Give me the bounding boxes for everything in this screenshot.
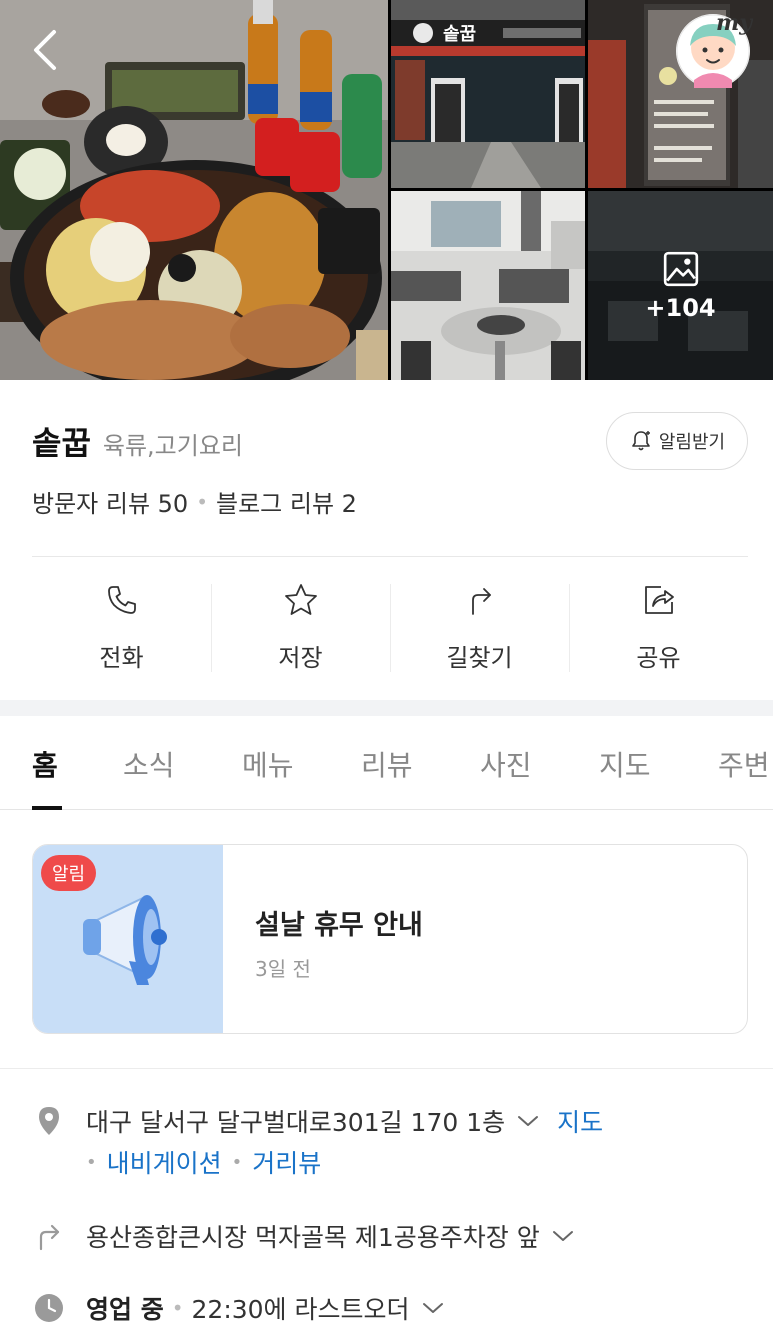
call-button[interactable]: 전화 xyxy=(32,580,211,676)
save-label: 저장 xyxy=(278,644,323,672)
chevron-left-icon xyxy=(34,30,56,70)
review-summary: 방문자 리뷰 50 • 블로그 리뷰 2 xyxy=(32,484,357,519)
place-name: 솥꿉 xyxy=(32,424,91,462)
divider xyxy=(0,1068,773,1069)
chevron-down-icon[interactable] xyxy=(517,1114,539,1128)
address-text: 대구 달서구 달구벌대로301길 170 1층 xyxy=(86,1108,506,1137)
tab-bar: 홈 소식 메뉴 리뷰 사진 지도 주변 xyxy=(0,716,773,810)
visitor-reviews-link[interactable]: 방문자 리뷰 50 xyxy=(32,484,188,519)
photo-gallery: 솥꿉 +104 my xyxy=(0,0,773,380)
more-photos-overlay: +104 xyxy=(588,191,773,380)
directions-label: 길찾기 xyxy=(446,644,513,672)
last-order-text: 22:30에 라스트오더 xyxy=(191,1295,410,1324)
notify-button[interactable]: 알림받기 xyxy=(606,412,748,470)
place-title-row: 솥꿉 육류,고기요리 xyxy=(32,418,243,464)
star-icon xyxy=(284,584,317,615)
image-icon xyxy=(663,251,698,286)
separator-dot: • xyxy=(196,489,208,514)
section-separator xyxy=(0,700,773,716)
my-label: my xyxy=(715,10,752,36)
separator-dot: • xyxy=(231,1151,243,1173)
interior-photo[interactable] xyxy=(391,191,585,380)
save-button[interactable]: 저장 xyxy=(211,580,390,676)
tab-map[interactable]: 지도 xyxy=(599,744,651,784)
notice-card[interactable]: 알림 설날 휴무 안내 3일 전 xyxy=(32,844,748,1034)
address-links: • 내비게이션 • 거리뷰 xyxy=(86,1144,321,1180)
map-link[interactable]: 지도 xyxy=(557,1103,603,1139)
tab-home[interactable]: 홈 xyxy=(32,744,58,784)
route-arrow-icon xyxy=(39,1224,60,1251)
phone-icon xyxy=(107,586,136,614)
divider xyxy=(32,556,748,557)
directions-icon xyxy=(471,588,491,615)
place-category: 육류,고기요리 xyxy=(102,432,243,460)
hours-row: 영업 중 • 22:30에 라스트오더 xyxy=(32,1290,444,1326)
directions-button[interactable]: 길찾기 xyxy=(390,580,569,676)
share-label: 공유 xyxy=(636,644,681,672)
clock-icon xyxy=(35,1294,63,1322)
blog-reviews-link[interactable]: 블로그 리뷰 2 xyxy=(216,484,357,519)
tab-news[interactable]: 소식 xyxy=(123,744,175,784)
back-button[interactable] xyxy=(24,26,68,74)
bell-plus-icon xyxy=(632,431,650,451)
call-label: 전화 xyxy=(99,644,144,672)
active-tab-indicator xyxy=(32,806,62,810)
chevron-down-icon[interactable] xyxy=(552,1229,574,1243)
tab-photos[interactable]: 사진 xyxy=(480,744,532,784)
location-pin-icon xyxy=(39,1107,59,1135)
address-row: 대구 달서구 달구벌대로301길 170 1층 지도 xyxy=(32,1103,603,1139)
notice-title: 설날 휴무 안내 xyxy=(255,910,423,941)
more-photos-count: +104 xyxy=(645,293,716,322)
more-photos-tile[interactable]: +104 xyxy=(588,191,773,380)
tab-nearby[interactable]: 주변 xyxy=(718,744,770,784)
notice-timestamp: 3일 전 xyxy=(255,957,311,981)
action-bar: 전화 저장 길찾기 공유 xyxy=(32,580,748,676)
separator-dot: • xyxy=(86,1151,97,1173)
share-icon xyxy=(644,586,674,614)
directions-row: 용산종합큰시장 먹자골목 제1공용주차장 앞 xyxy=(32,1218,574,1254)
share-button[interactable]: 공유 xyxy=(569,580,748,676)
separator-dot: • xyxy=(171,1296,184,1320)
directions-text: 용산종합큰시장 먹자골목 제1공용주차장 앞 xyxy=(86,1223,540,1252)
streetview-link[interactable]: 거리뷰 xyxy=(252,1144,321,1180)
my-profile-button[interactable]: my xyxy=(676,10,752,88)
navigation-link[interactable]: 내비게이션 xyxy=(107,1144,222,1180)
storefront-photo[interactable]: 솥꿉 xyxy=(391,0,585,188)
notice-thumbnail: 알림 xyxy=(33,845,223,1033)
open-status: 영업 중 xyxy=(86,1295,164,1324)
notify-label: 알림받기 xyxy=(658,432,726,453)
tab-reviews[interactable]: 리뷰 xyxy=(361,744,413,784)
chevron-down-icon[interactable] xyxy=(422,1301,444,1315)
store-sign-text: 솥꿉 xyxy=(443,24,476,45)
tab-menu[interactable]: 메뉴 xyxy=(242,744,294,784)
notice-badge: 알림 xyxy=(41,855,97,891)
